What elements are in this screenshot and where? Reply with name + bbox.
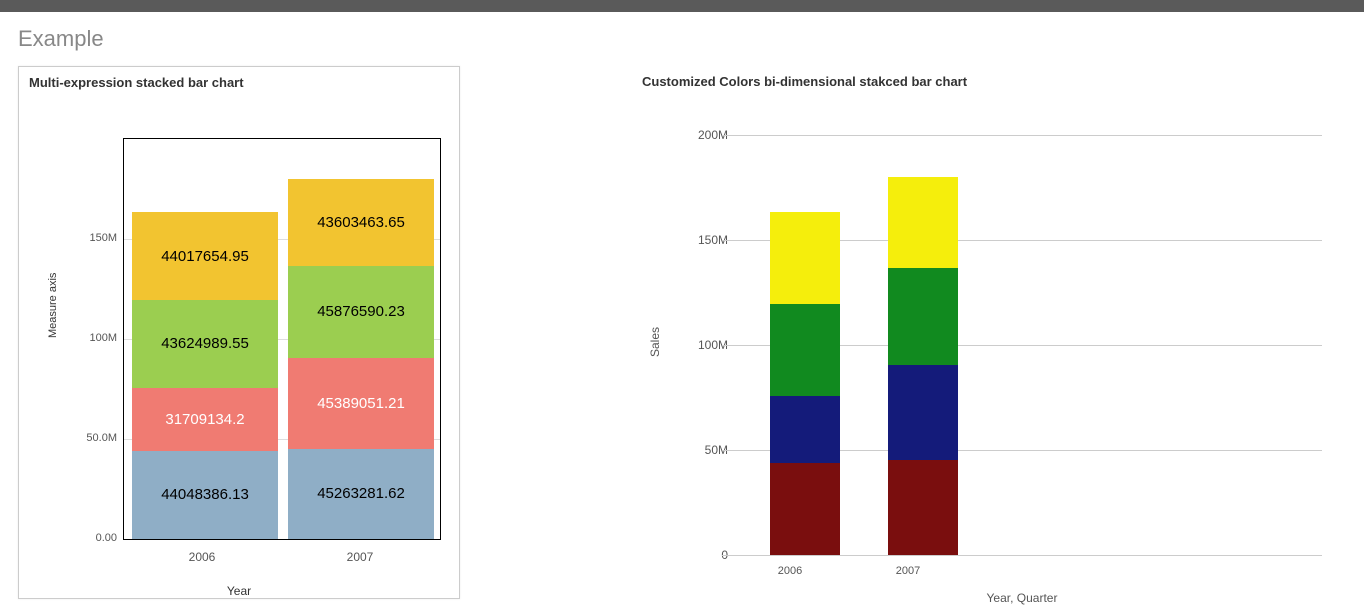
chart2-seg[interactable] bbox=[888, 365, 958, 460]
chart1-seg[interactable]: 45389051.21 bbox=[288, 358, 434, 449]
panels-row: Multi-expression stacked bar chart Measu… bbox=[0, 66, 1364, 599]
chart1-ytick: 0.00 bbox=[96, 532, 117, 544]
chart2-seg[interactable] bbox=[770, 212, 840, 304]
chart2-seg[interactable] bbox=[888, 177, 958, 269]
chart2-xcat: 2006 bbox=[740, 565, 840, 577]
chart1-seg[interactable]: 43624989.55 bbox=[132, 300, 278, 387]
chart2-xcat: 2007 bbox=[858, 565, 958, 577]
chart2-title: Customized Colors bi-dimensional stakced… bbox=[640, 66, 1340, 97]
panel-left: Multi-expression stacked bar chart Measu… bbox=[18, 66, 460, 599]
chart1-ytick: 150M bbox=[89, 232, 117, 244]
chart1-seg[interactable]: 45876590.23 bbox=[288, 266, 434, 358]
chart1-xlabel: Year bbox=[19, 584, 459, 598]
chart1-ylabel: Measure axis bbox=[47, 273, 59, 338]
chart1-seg[interactable]: 44017654.95 bbox=[132, 212, 278, 300]
page-title: Example bbox=[18, 26, 1364, 52]
chart1-plot[interactable]: 163M 44017654.95 43624989.55 31709134.2 … bbox=[123, 138, 441, 540]
panel-right: Customized Colors bi-dimensional stakced… bbox=[640, 66, 1340, 599]
chart2-body: Sales 200M 150M 100M 50M 0 163.4M bbox=[640, 97, 1340, 597]
top-bar bbox=[0, 0, 1364, 12]
chart2-xlabel: Year, Quarter bbox=[722, 591, 1322, 605]
chart2-bar-2007[interactable]: 180.13M bbox=[888, 177, 958, 555]
chart2-seg[interactable] bbox=[770, 396, 840, 463]
chart1-bar-2007[interactable]: 180M 43603463.65 45876590.23 45389051.21… bbox=[288, 179, 434, 539]
chart2-ylabel: Sales bbox=[648, 327, 662, 357]
chart1-seg[interactable]: 43603463.65 bbox=[288, 179, 434, 266]
chart1-body: Measure axis 150M 100M 50.0M 0.00 163M 4… bbox=[19, 98, 459, 598]
chart2-plot[interactable]: 163.4M 180.13M bbox=[722, 135, 1322, 555]
chart1-xcat: 2007 bbox=[281, 550, 439, 564]
chart1-seg[interactable]: 44048386.13 bbox=[132, 451, 278, 539]
chart1-bar-2006[interactable]: 163M 44017654.95 43624989.55 31709134.2 … bbox=[132, 212, 278, 539]
chart1-xcat: 2006 bbox=[123, 550, 281, 564]
chart1-ytick: 50.0M bbox=[86, 432, 117, 444]
chart2-bar-2006[interactable]: 163.4M bbox=[770, 212, 840, 555]
chart1-seg[interactable]: 31709134.2 bbox=[132, 388, 278, 451]
chart2-seg[interactable] bbox=[770, 463, 840, 556]
chart2-seg[interactable] bbox=[888, 268, 958, 364]
chart2-seg[interactable] bbox=[770, 304, 840, 396]
chart1-ytick: 100M bbox=[89, 332, 117, 344]
chart1-seg[interactable]: 45263281.62 bbox=[288, 449, 434, 540]
chart1-title: Multi-expression stacked bar chart bbox=[19, 67, 459, 98]
chart2-seg[interactable] bbox=[888, 460, 958, 555]
